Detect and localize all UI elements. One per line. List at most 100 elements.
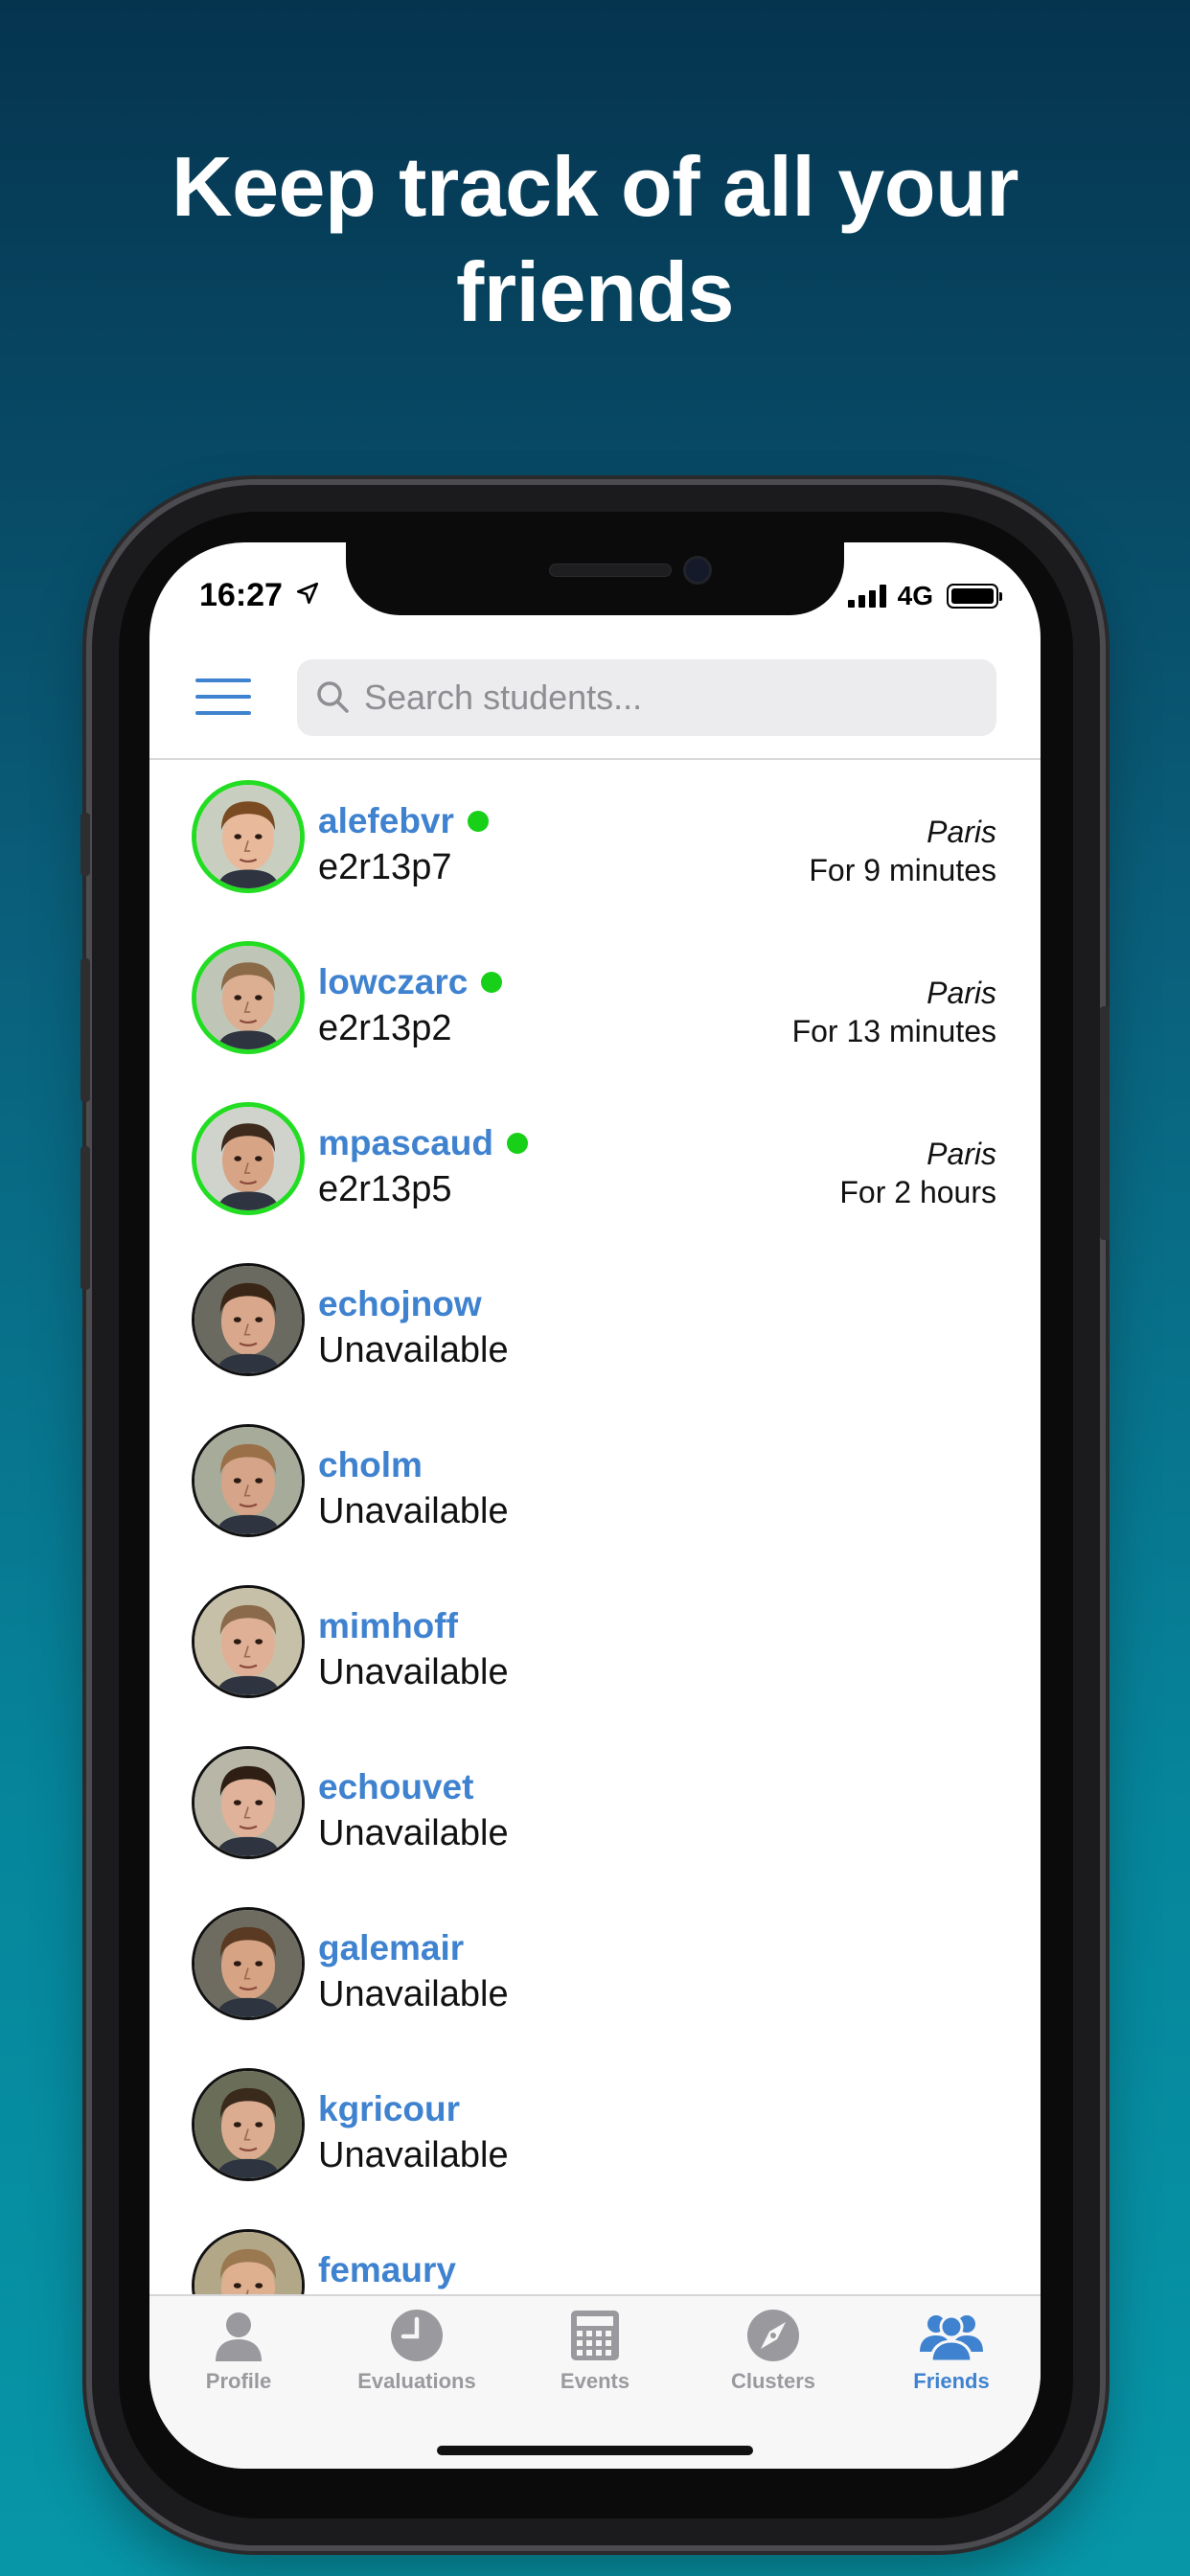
volume-up-button — [80, 958, 90, 1102]
friend-row[interactable]: echouvet Unavailable — [149, 1746, 1041, 1907]
status-indicators: 4G — [847, 581, 1002, 611]
friends-list[interactable]: alefebvr e2r13p7 Paris For 9 minutes lowczar… — [149, 780, 1041, 2390]
friend-availability: Unavailable — [318, 1491, 509, 1531]
online-status-dot — [507, 1133, 529, 1154]
power-button — [1100, 1006, 1110, 1240]
silent-switch — [80, 813, 90, 876]
avatar — [192, 1263, 305, 1376]
search-bar[interactable] — [297, 659, 996, 736]
profile-photo — [195, 1588, 302, 1695]
friend-login: femaury — [318, 2250, 456, 2290]
profile-photo — [196, 1107, 300, 1210]
friend-login-text: mpascaud — [318, 1123, 494, 1162]
friend-availability: Unavailable — [318, 2135, 509, 2175]
friend-login-text: cholm — [318, 1445, 423, 1484]
friend-row[interactable]: mpascaud e2r13p5 Paris For 2 hours — [149, 1102, 1041, 1263]
avatar — [192, 1424, 305, 1537]
tab-bar: Profile Evaluations Events Clusters Frie… — [149, 2294, 1041, 2469]
tab-label: Events — [560, 2369, 630, 2393]
status-time: 16:27 — [199, 577, 283, 613]
phone-screen: 16:27 4G alefebvr e2r13p7 Paris For 9 minut… — [149, 542, 1041, 2469]
search-icon — [317, 681, 349, 713]
online-status-dot — [481, 972, 503, 993]
tab-label: Profile — [205, 2369, 272, 2393]
friend-login-text: mimhoff — [318, 1606, 458, 1645]
friends-icon — [920, 2314, 983, 2363]
tab-label: Evaluations — [357, 2369, 476, 2393]
friend-row[interactable]: lowczarc e2r13p2 Paris For 13 minutes — [149, 941, 1041, 1102]
avatar — [192, 1102, 305, 1215]
friend-login: mimhoff — [318, 1606, 458, 1646]
friend-campus: Paris — [927, 1137, 996, 1171]
friend-availability: Unavailable — [318, 1974, 509, 2014]
clock-icon — [391, 2310, 443, 2361]
headline: Keep track of all your friends — [0, 134, 1190, 345]
online-status-dot — [467, 811, 489, 832]
friend-login: echouvet — [318, 1767, 473, 1807]
friend-login-text: echojnow — [318, 1284, 482, 1323]
friend-login: mpascaud — [318, 1123, 529, 1163]
home-indicator[interactable] — [437, 2446, 753, 2455]
friend-login: alefebvr — [318, 801, 489, 841]
profile-photo — [195, 1910, 302, 2017]
battery-icon — [947, 584, 1002, 609]
friend-login: lowczarc — [318, 962, 503, 1002]
profile-photo — [195, 2071, 302, 2178]
friend-login: kgricour — [318, 2089, 460, 2129]
cellular-signal-icon — [847, 585, 886, 608]
network-type: 4G — [897, 581, 933, 610]
friend-row[interactable]: galemair Unavailable — [149, 1907, 1041, 2068]
avatar — [192, 780, 305, 893]
friend-workstation: e2r13p7 — [318, 847, 452, 887]
tab-friends[interactable]: Friends — [862, 2308, 1041, 2394]
search-input[interactable] — [364, 678, 939, 718]
friend-workstation: e2r13p2 — [318, 1008, 452, 1048]
tab-profile[interactable]: Profile — [149, 2308, 328, 2394]
friend-campus: Paris — [927, 815, 996, 849]
notch — [346, 542, 844, 615]
profile-photo — [196, 946, 300, 1049]
friend-login-text: femaury — [318, 2250, 456, 2289]
header-divider — [149, 758, 1041, 760]
friend-availability: Unavailable — [318, 1330, 509, 1370]
avatar — [192, 1746, 305, 1859]
friend-login-text: echouvet — [318, 1767, 474, 1806]
friend-login-text: kgricour — [318, 2089, 461, 2128]
headline-line-1: Keep track of all your — [172, 139, 1018, 234]
person-icon — [216, 2312, 262, 2361]
tab-clusters[interactable]: Clusters — [684, 2308, 862, 2394]
friend-online-duration: For 13 minutes — [791, 1014, 996, 1048]
friend-login: cholm — [318, 1445, 423, 1485]
tab-evaluations[interactable]: Evaluations — [328, 2308, 506, 2394]
friend-login-text: alefebvr — [318, 801, 454, 840]
tab-label: Clusters — [730, 2369, 816, 2393]
friend-availability: Unavailable — [318, 1652, 509, 1692]
friend-row[interactable]: kgricour Unavailable — [149, 2068, 1041, 2229]
friend-row[interactable]: cholm Unavailable — [149, 1424, 1041, 1585]
friend-workstation: e2r13p5 — [318, 1169, 452, 1209]
friend-login-text: lowczarc — [318, 962, 469, 1001]
tab-label: Friends — [913, 2369, 990, 2393]
friend-availability: Unavailable — [318, 1813, 509, 1853]
earpiece-speaker — [549, 564, 672, 577]
tab-events[interactable]: Events — [506, 2308, 684, 2394]
friend-online-duration: For 2 hours — [839, 1175, 996, 1209]
avatar — [192, 941, 305, 1054]
compass-icon — [747, 2310, 799, 2361]
friend-online-duration: For 9 minutes — [809, 853, 996, 887]
friend-row[interactable]: alefebvr e2r13p7 Paris For 9 minutes — [149, 780, 1041, 941]
friend-login: galemair — [318, 1928, 464, 1968]
front-camera — [683, 556, 712, 585]
headline-line-2: friends — [456, 244, 734, 339]
hamburger-menu-button[interactable] — [195, 678, 253, 717]
profile-photo — [195, 1749, 302, 1856]
profile-photo — [195, 1427, 302, 1534]
avatar — [192, 1907, 305, 2020]
friend-row[interactable]: echojnow Unavailable — [149, 1263, 1041, 1424]
friend-login: echojnow — [318, 1284, 482, 1324]
volume-down-button — [80, 1146, 90, 1290]
friend-row[interactable]: mimhoff Unavailable — [149, 1585, 1041, 1746]
friend-login-text: galemair — [318, 1928, 465, 1967]
profile-photo — [196, 785, 300, 888]
location-arrow-icon — [296, 582, 319, 605]
